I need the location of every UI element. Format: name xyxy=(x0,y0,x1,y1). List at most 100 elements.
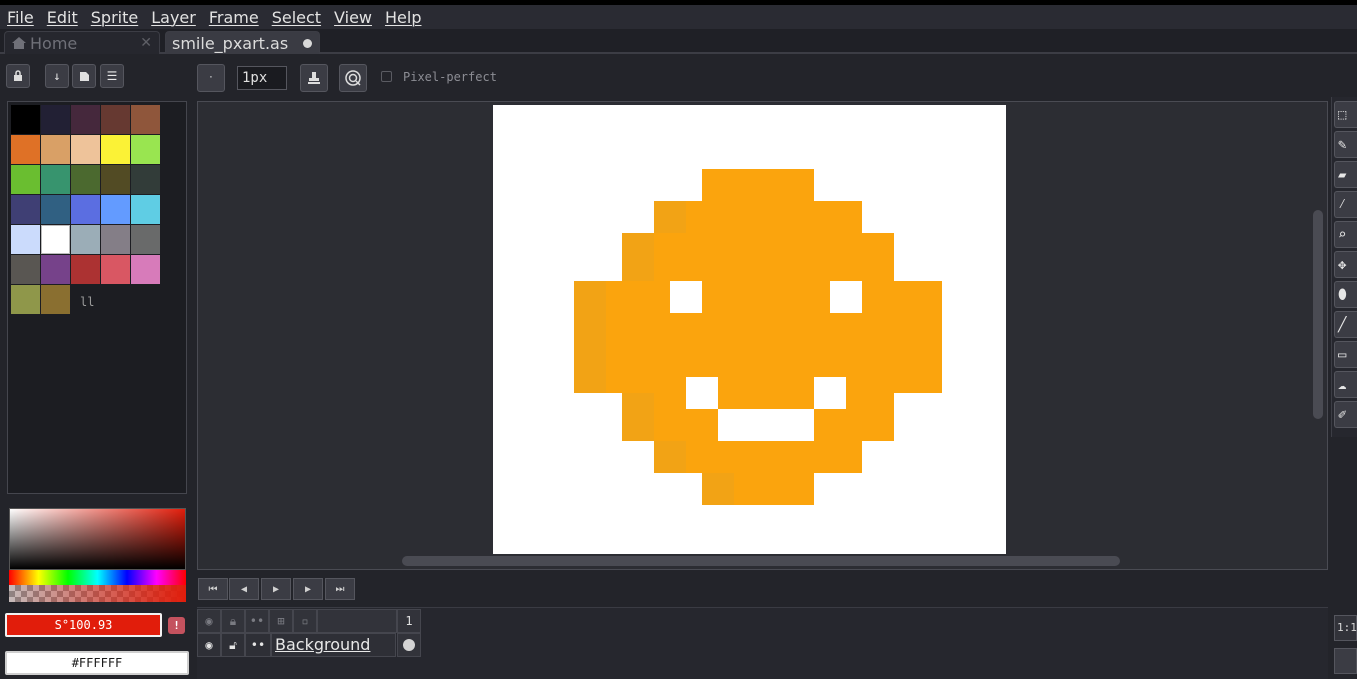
palette-swatch[interactable] xyxy=(101,105,130,134)
paint-bucket-tool[interactable]: ⬮ xyxy=(1334,281,1357,308)
move-tool[interactable]: ✥ xyxy=(1334,251,1357,278)
palette-swatch[interactable] xyxy=(131,195,160,224)
palette-swatch[interactable] xyxy=(101,195,130,224)
palette-swatch[interactable] xyxy=(71,105,100,134)
brush-size-field[interactable]: 1px xyxy=(237,66,287,90)
palette-options-button[interactable]: ☰ xyxy=(100,64,124,88)
frame-number[interactable]: 1 xyxy=(397,609,421,633)
opacity-button[interactable] xyxy=(339,64,367,92)
continuous-header-icon[interactable]: •• xyxy=(245,609,269,633)
next-frame-button[interactable]: ▶ xyxy=(293,578,323,600)
brush-type-button[interactable]: · xyxy=(197,64,225,92)
menu-help[interactable]: Help xyxy=(378,8,427,27)
palette-swatch[interactable] xyxy=(71,135,100,164)
horizontal-scrollbar[interactable] xyxy=(402,556,1120,566)
layer-name-background[interactable]: Background xyxy=(271,633,396,657)
sort-palette-button[interactable]: ↓ xyxy=(45,64,69,88)
continuous-icon[interactable]: •• xyxy=(245,633,271,657)
zoom-level-field[interactable]: 1:1 xyxy=(1334,615,1357,641)
palette-swatch[interactable] xyxy=(11,135,40,164)
palette-swatch[interactable] xyxy=(41,225,70,254)
palette-swatch[interactable] xyxy=(11,195,40,224)
visibility-header-icon[interactable]: ◉ xyxy=(197,609,221,633)
lock-palette-button[interactable] xyxy=(6,64,30,88)
palette-swatch[interactable] xyxy=(101,225,130,254)
sprite-canvas[interactable] xyxy=(493,105,1006,554)
palette-resize-handle[interactable]: ll xyxy=(80,295,94,309)
saturation-value-picker[interactable] xyxy=(9,508,186,570)
palette-swatch[interactable] xyxy=(11,105,40,134)
menu-view[interactable]: View xyxy=(327,8,378,27)
cel-keyframe[interactable] xyxy=(397,633,421,657)
hue-slider[interactable] xyxy=(9,570,186,585)
palette-swatch[interactable] xyxy=(131,165,160,194)
film-strip-icon[interactable] xyxy=(1334,648,1357,674)
line-tool[interactable]: ╱ xyxy=(1334,311,1357,338)
alpha-slider[interactable] xyxy=(9,585,186,602)
last-frame-button[interactable]: ⏭ xyxy=(325,578,355,600)
step-forward-icon: ▶ xyxy=(304,583,312,595)
presets-palette-button[interactable] xyxy=(72,64,96,88)
unsaved-dot-icon[interactable] xyxy=(303,39,312,48)
menu-file[interactable]: File xyxy=(0,8,40,27)
foreground-color-field[interactable]: S°100.93 xyxy=(5,613,162,637)
menu-select[interactable]: Select xyxy=(265,8,327,27)
palette-swatch[interactable] xyxy=(41,165,70,194)
palette-swatch[interactable] xyxy=(71,195,100,224)
palette-swatch[interactable] xyxy=(11,285,40,314)
menu-layer[interactable]: Layer xyxy=(144,8,202,27)
pixel-perfect-checkbox[interactable] xyxy=(381,71,392,82)
link-header-icon[interactable]: ⊞ xyxy=(269,609,293,633)
palette-swatch[interactable] xyxy=(41,135,70,164)
face-shade-pixels xyxy=(622,233,654,281)
eye-icon[interactable]: ◉ xyxy=(197,633,221,657)
target-icon xyxy=(345,70,361,86)
eyedropper-tool[interactable]: ⁄ xyxy=(1334,191,1357,218)
palette-swatch[interactable] xyxy=(101,135,130,164)
palette-swatch[interactable] xyxy=(101,165,130,194)
palette-swatch[interactable] xyxy=(131,255,160,284)
step-back-icon: ◀ xyxy=(240,583,248,595)
palette-swatch[interactable] xyxy=(71,225,100,254)
menu-sprite[interactable]: Sprite xyxy=(84,8,144,27)
rectangle-tool[interactable]: ▭ xyxy=(1334,341,1357,368)
layer-blend-header-icon[interactable]: ▫ xyxy=(293,609,317,633)
face-pixels xyxy=(702,169,814,201)
pencil-tool[interactable]: ✎ xyxy=(1334,131,1357,158)
eraser-tool[interactable]: ▰ xyxy=(1334,161,1357,188)
palette-swatch[interactable] xyxy=(71,165,100,194)
background-color-field[interactable]: #FFFFFF xyxy=(5,651,189,675)
first-frame-button[interactable]: ⏮ xyxy=(198,578,228,600)
palette-swatch[interactable] xyxy=(131,105,160,134)
ink-type-button[interactable] xyxy=(300,64,328,92)
play-button[interactable]: ▶ xyxy=(261,578,291,600)
previous-frame-button[interactable]: ◀ xyxy=(229,578,259,600)
blur-tool[interactable]: ✐ xyxy=(1334,401,1357,428)
palette-swatch[interactable] xyxy=(41,285,70,314)
zoom-tool[interactable]: ⌕ xyxy=(1334,221,1357,248)
palette-swatch[interactable] xyxy=(11,225,40,254)
palette-swatch[interactable] xyxy=(11,255,40,284)
tab-home[interactable]: Home ✕ xyxy=(4,31,160,54)
unlock-icon[interactable]: 🔓︎ xyxy=(221,633,245,657)
palette-swatch[interactable] xyxy=(41,195,70,224)
menu-frame[interactable]: Frame xyxy=(202,8,265,27)
palette-swatch[interactable] xyxy=(131,135,160,164)
palette-swatch[interactable] xyxy=(101,255,130,284)
eyedropper-icon: ⁄ xyxy=(1338,196,1347,212)
face-shade-pixels xyxy=(654,441,686,473)
close-icon[interactable]: ✕ xyxy=(140,35,152,51)
vertical-scrollbar[interactable] xyxy=(1313,210,1323,419)
eraser-icon: ▰ xyxy=(1338,166,1347,183)
rectangular-marquee-tool[interactable]: ⬚ xyxy=(1334,101,1357,128)
warning-icon[interactable]: ! xyxy=(168,617,185,634)
palette-swatch[interactable] xyxy=(11,165,40,194)
palette-swatch[interactable] xyxy=(131,225,160,254)
tab-sprite-file[interactable]: smile_pxart.as xyxy=(165,31,320,54)
palette-swatch[interactable] xyxy=(71,255,100,284)
palette-swatch[interactable] xyxy=(41,255,70,284)
lock-header-icon[interactable]: 🔒︎ xyxy=(221,609,245,633)
palette-swatch[interactable] xyxy=(41,105,70,134)
contour-tool[interactable]: ☁ xyxy=(1334,371,1357,398)
menu-edit[interactable]: Edit xyxy=(40,8,84,27)
